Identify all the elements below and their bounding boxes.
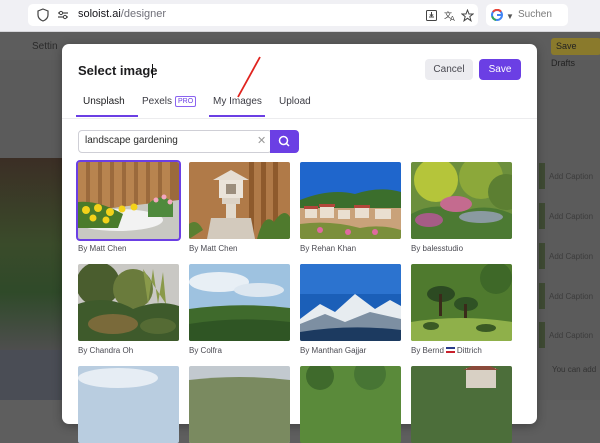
bookmark-star-icon[interactable] [461, 9, 474, 22]
image-credit: By balesstudio [411, 244, 464, 253]
tab-label: My Images [213, 96, 262, 107]
image-credit: By Colfra [189, 346, 222, 355]
site-permissions-icon[interactable] [56, 8, 70, 22]
image-credit: By Bernd Dittrich [411, 346, 482, 355]
image-credit: By Matt Chen [189, 244, 238, 253]
image-source-tabs: Unsplash Pexels PRO My Images Upload [62, 91, 537, 119]
background-caption-label: Add Caption [549, 212, 594, 221]
background-thumbnail [539, 322, 545, 348]
browser-toolbar: soloist.ai/designer 文A ▼ Suchen [0, 0, 600, 32]
background-caption-label: Add Caption [549, 252, 594, 261]
chevron-down-icon[interactable]: ▼ [506, 12, 514, 21]
url-text[interactable]: soloist.ai/designer [78, 8, 166, 20]
svg-text:A: A [450, 15, 455, 22]
credit-name: Dittrich [456, 346, 482, 355]
tab-label: Pexels [142, 96, 173, 107]
background-thumbnail [539, 203, 545, 229]
background-settings-label: Settin [32, 41, 58, 52]
image-thumbnail[interactable] [189, 162, 290, 239]
image-search-field[interactable]: landscape gardening ✕ [78, 130, 272, 153]
search-button[interactable] [270, 130, 299, 153]
image-thumbnail[interactable] [411, 366, 512, 443]
credit-name: By Bernd [411, 346, 444, 355]
modal-title: Select image [78, 63, 158, 78]
reader-view-icon[interactable] [425, 9, 438, 22]
shield-icon[interactable] [36, 8, 50, 22]
google-icon[interactable] [491, 9, 503, 21]
background-image-lower [0, 350, 62, 400]
background-caption-label: Add Caption [549, 331, 594, 340]
url-domain: soloist.ai [78, 8, 121, 20]
text-cursor [152, 64, 153, 78]
image-thumbnail[interactable] [300, 366, 401, 443]
image-credit: By Rehan Khan [300, 244, 357, 253]
image-thumbnail[interactable] [411, 264, 512, 341]
background-hint-text: You can add [552, 365, 597, 374]
flag-icon [445, 347, 455, 353]
tab-my-images[interactable]: My Images [213, 96, 262, 107]
url-path: /designer [120, 8, 167, 20]
background-garden-image [0, 158, 62, 350]
background-thumbnail [539, 163, 545, 189]
image-thumbnail[interactable] [300, 162, 401, 239]
tab-upload[interactable]: Upload [279, 96, 311, 107]
address-bar[interactable]: soloist.ai/designer [28, 4, 478, 26]
image-thumbnail-selected[interactable] [76, 160, 181, 241]
image-thumbnail[interactable] [411, 162, 512, 239]
pro-badge: PRO [175, 96, 197, 107]
background-save-drafts-button: Save Drafts [551, 38, 600, 68]
tab-label: Upload [279, 96, 311, 107]
cancel-button[interactable]: Cancel [425, 59, 473, 80]
browser-search-placeholder: Suchen [518, 9, 552, 20]
background-thumbnail [539, 243, 545, 269]
tab-label: Unsplash [83, 96, 125, 107]
image-thumbnail[interactable] [78, 264, 179, 341]
tab-unsplash[interactable]: Unsplash [83, 96, 125, 107]
save-button[interactable]: Save [479, 59, 521, 80]
translate-icon[interactable]: 文A [444, 9, 457, 22]
image-credit: By Matt Chen [78, 244, 127, 253]
select-image-modal: Select image Cancel Save Unsplash Pexels… [62, 44, 537, 443]
background-caption-label: Add Caption [549, 292, 594, 301]
browser-search-box[interactable]: ▼ Suchen [486, 4, 568, 26]
background-caption-label: Add Caption [549, 172, 594, 181]
image-credit: By Manthan Gajjar [300, 346, 367, 355]
tab-underline [209, 115, 265, 117]
search-input[interactable]: landscape gardening [85, 135, 178, 146]
image-thumbnail[interactable] [189, 264, 290, 341]
image-thumbnail[interactable] [189, 366, 290, 443]
image-thumbnail[interactable] [300, 264, 401, 341]
background-thumbnail [539, 283, 545, 309]
close-icon[interactable]: ✕ [257, 134, 266, 147]
tab-pexels[interactable]: Pexels PRO [142, 96, 197, 107]
image-thumbnail[interactable] [78, 366, 179, 443]
search-icon [278, 135, 290, 147]
active-tab-underline [76, 115, 138, 117]
image-credit: By Chandra Oh [78, 346, 134, 355]
